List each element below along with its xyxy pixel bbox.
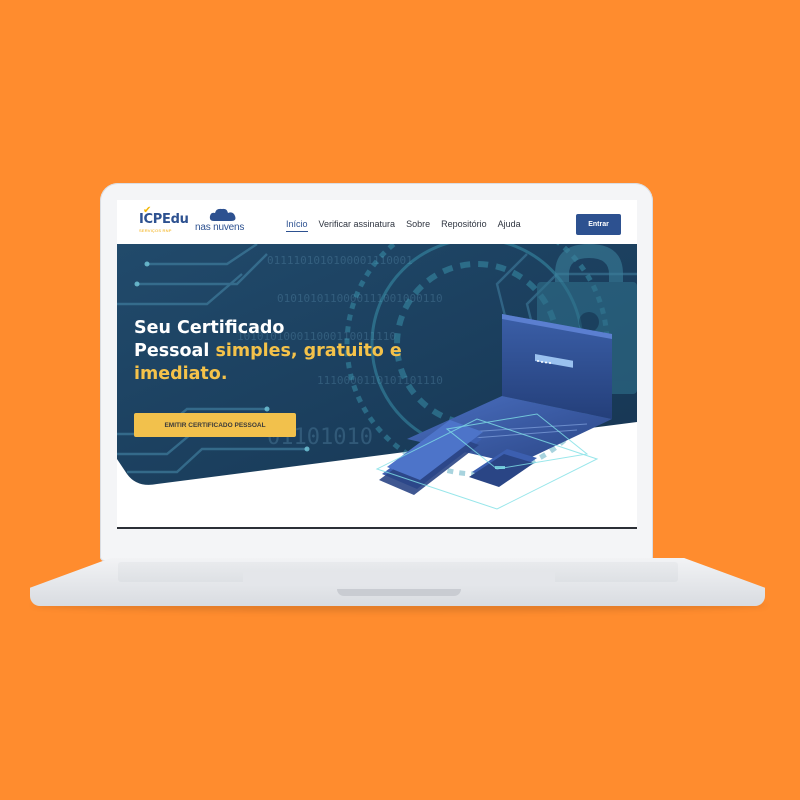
hero-title-line3-highlight: imediato. [134,364,228,384]
nav-link-verificar-assinatura[interactable]: Verificar assinatura [319,219,396,229]
hero-banner: 0111101010100001110001 01010101100001110… [117,244,637,527]
login-button[interactable]: Entrar [576,214,621,235]
nav-link-ajuda[interactable]: Ajuda [498,219,521,229]
nas-nuvens-logo[interactable]: nas nuvens [195,208,255,238]
nas-nuvens-logo-text: nas nuvens [195,222,245,233]
nav-link-sobre[interactable]: Sobre [406,219,430,229]
hero-title-line2-plain: Pessoal [134,341,216,361]
trackpad [243,572,555,586]
nav-links: Início Verificar assinatura Sobre Reposi… [286,219,532,232]
svg-text:0111101010100001110001: 0111101010100001110001 [267,254,413,267]
nav-link-inicio[interactable]: Início [286,219,308,232]
navbar: ✔ ICPEdu SERVIÇOS RNP nas nuvens Início … [117,200,637,244]
hero-title-line2-highlight: simples, gratuito e [215,341,402,361]
laptop-notch [337,589,461,596]
hero-title: Seu Certificado Pessoal simples, gratuit… [134,317,424,386]
hero-title-line1: Seu Certificado [134,318,285,338]
issue-certificate-button[interactable]: EMITIR CERTIFICADO PESSOAL [134,413,296,437]
icpedu-logo-subtitle: SERVIÇOS RNP [139,228,172,233]
screen-bezel-edge [117,527,637,529]
nav-link-repositorio[interactable]: Repositório [441,219,487,229]
browser-screen: ✔ ICPEdu SERVIÇOS RNP nas nuvens Início … [117,200,637,527]
cloud-icon [209,208,236,221]
icpedu-logo-text: ICPEdu [139,212,189,227]
icpedu-logo[interactable]: ✔ ICPEdu SERVIÇOS RNP [139,205,199,235]
